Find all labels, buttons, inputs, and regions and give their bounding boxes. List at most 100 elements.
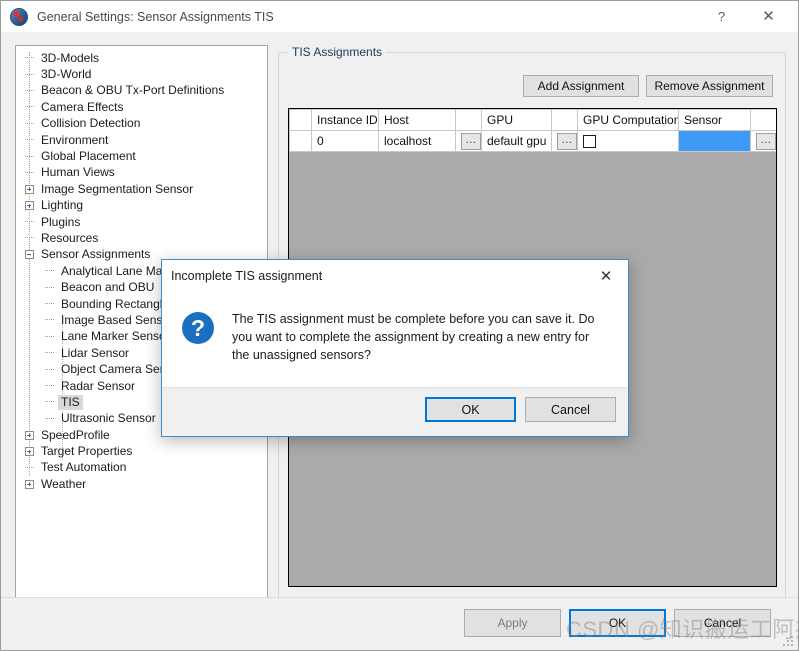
tree-leaf-icon bbox=[24, 466, 34, 469]
tree-item[interactable]: 3D-World bbox=[20, 66, 267, 82]
tree-item[interactable]: 3D-Models bbox=[20, 50, 267, 66]
tree-leaf-icon bbox=[20, 466, 38, 469]
tree-item[interactable]: Beacon & OBU Tx-Port Definitions bbox=[20, 83, 267, 99]
tree-item[interactable]: Resources bbox=[20, 230, 267, 246]
expand-plus-icon[interactable] bbox=[24, 201, 34, 211]
add-assignment-button[interactable]: Add Assignment bbox=[523, 75, 639, 97]
tree-item-label: Collision Detection bbox=[41, 116, 141, 131]
tree-leaf-icon bbox=[20, 221, 38, 223]
gpu-browse-button[interactable]: ... bbox=[557, 133, 577, 151]
expand-plus-icon[interactable] bbox=[20, 184, 38, 194]
tree-leaf-icon bbox=[44, 385, 54, 387]
help-button[interactable]: ? bbox=[699, 1, 744, 32]
host-browse-cell[interactable]: ... bbox=[455, 130, 482, 152]
app-globe-icon bbox=[10, 7, 28, 26]
close-icon[interactable]: ✕ bbox=[746, 1, 791, 32]
table-header-gpu-browse bbox=[551, 109, 578, 131]
expand-plus-icon[interactable] bbox=[20, 447, 38, 457]
cell-sensor[interactable] bbox=[678, 130, 751, 152]
gpu-browse-cell[interactable]: ... bbox=[551, 130, 578, 152]
expand-plus-icon[interactable] bbox=[20, 479, 38, 489]
resize-grip[interactable] bbox=[782, 635, 794, 647]
table-row[interactable]: 0 localhost ... default gpu ... ... bbox=[289, 130, 776, 152]
sensor-browse-button[interactable]: ... bbox=[756, 133, 776, 151]
tree-leaf-icon bbox=[24, 106, 34, 108]
cell-gpu[interactable]: default gpu bbox=[481, 130, 552, 152]
tree-leaf-icon bbox=[20, 57, 38, 59]
table-header-host[interactable]: Host bbox=[378, 109, 456, 131]
expand-plus-icon[interactable] bbox=[20, 201, 38, 211]
window-button-bar: Apply OK Cancel bbox=[1, 597, 798, 650]
tree-item-label: Radar Sensor bbox=[61, 378, 136, 393]
tree-leaf-icon bbox=[20, 106, 38, 108]
tree-item-label: Lane Marker Sensor bbox=[61, 329, 170, 344]
dialog-ok-button[interactable]: OK bbox=[425, 397, 516, 422]
collapse-minus-icon[interactable] bbox=[24, 250, 34, 260]
host-browse-button[interactable]: ... bbox=[461, 133, 481, 151]
tree-leaf-icon bbox=[24, 221, 34, 223]
incomplete-assignment-dialog: Incomplete TIS assignment ✕ ? The TIS as… bbox=[161, 259, 629, 437]
tree-leaf-icon bbox=[44, 417, 54, 420]
cancel-button[interactable]: Cancel bbox=[674, 609, 771, 637]
tree-leaf-icon bbox=[20, 171, 38, 174]
tree-leaf-icon bbox=[44, 270, 54, 272]
gpu-computation-checkbox[interactable] bbox=[583, 135, 596, 149]
tree-item-label: Image Based Sensor bbox=[61, 312, 174, 327]
sensor-browse-cell[interactable]: ... bbox=[750, 130, 776, 152]
tree-item[interactable]: Global Placement bbox=[20, 148, 267, 164]
tree-item-label: Lighting bbox=[41, 198, 84, 213]
tree-item[interactable]: Collision Detection bbox=[20, 116, 267, 132]
tree-leaf-icon bbox=[44, 335, 54, 338]
tree-leaf-icon bbox=[40, 401, 58, 403]
table-header-host-browse bbox=[455, 109, 482, 131]
tree-item[interactable]: Target Properties bbox=[20, 443, 267, 459]
collapse-minus-icon[interactable] bbox=[20, 250, 38, 260]
expand-plus-icon[interactable] bbox=[24, 184, 34, 194]
row-selector-cell[interactable] bbox=[289, 130, 312, 152]
expand-plus-icon[interactable] bbox=[24, 479, 34, 489]
tree-leaf-icon bbox=[44, 319, 54, 321]
tree-item[interactable]: Human Views bbox=[20, 165, 267, 181]
apply-button[interactable]: Apply bbox=[464, 609, 561, 637]
tree-item[interactable]: Test Automation bbox=[20, 460, 267, 476]
tree-item[interactable]: Image Segmentation Sensor bbox=[20, 181, 267, 197]
tree-leaf-icon bbox=[24, 171, 34, 174]
tree-leaf-icon bbox=[40, 319, 58, 321]
window-title-bar: General Settings: Sensor Assignments TIS… bbox=[1, 1, 798, 32]
table-header-sensor[interactable]: Sensor bbox=[678, 109, 751, 131]
tree-leaf-icon bbox=[24, 89, 34, 92]
tree-item-label: Beacon & OBU Tx-Port Definitions bbox=[41, 83, 225, 98]
tree-item-label: Plugins bbox=[41, 214, 81, 229]
remove-assignment-button[interactable]: Remove Assignment bbox=[646, 75, 773, 97]
assignments-table[interactable]: Instance ID Host GPU GPU Computation Sen… bbox=[289, 109, 776, 152]
tree-leaf-icon bbox=[40, 417, 58, 420]
tree-leaf-icon bbox=[20, 139, 38, 141]
tree-item[interactable]: Camera Effects bbox=[20, 99, 267, 115]
dialog-close-icon[interactable]: ✕ bbox=[584, 260, 628, 291]
table-header-instance-id[interactable]: Instance ID bbox=[311, 109, 379, 131]
table-header-gpu-computation[interactable]: GPU Computation bbox=[577, 109, 679, 131]
ok-button[interactable]: OK bbox=[569, 609, 666, 637]
tree-leaf-icon bbox=[40, 385, 58, 387]
expand-plus-icon[interactable] bbox=[24, 447, 34, 457]
table-header-gpu[interactable]: GPU bbox=[481, 109, 552, 131]
tis-assignments-title: TIS Assignments bbox=[288, 45, 387, 59]
dialog-cancel-button[interactable]: Cancel bbox=[525, 397, 616, 422]
tree-item-label: Weather bbox=[41, 476, 87, 491]
dialog-message: The TIS assignment must be complete befo… bbox=[232, 312, 595, 362]
cell-instance-id[interactable]: 0 bbox=[311, 130, 379, 152]
expand-plus-icon[interactable] bbox=[20, 430, 38, 440]
cell-host[interactable]: localhost bbox=[378, 130, 456, 152]
tree-leaf-icon bbox=[20, 89, 38, 92]
tree-item-label: Resources bbox=[41, 230, 99, 245]
tree-item[interactable]: Lighting bbox=[20, 198, 267, 214]
tree-item-label: Camera Effects bbox=[41, 99, 124, 114]
tree-item[interactable]: Plugins bbox=[20, 214, 267, 230]
cell-gpu-computation[interactable] bbox=[577, 130, 679, 152]
tree-item-label: Ultrasonic Sensor bbox=[61, 411, 156, 426]
tree-leaf-icon bbox=[24, 237, 34, 239]
tree-item[interactable]: Environment bbox=[20, 132, 267, 148]
expand-plus-icon[interactable] bbox=[24, 430, 34, 440]
tree-leaf-icon bbox=[44, 352, 54, 354]
tree-item[interactable]: Weather bbox=[20, 476, 267, 492]
